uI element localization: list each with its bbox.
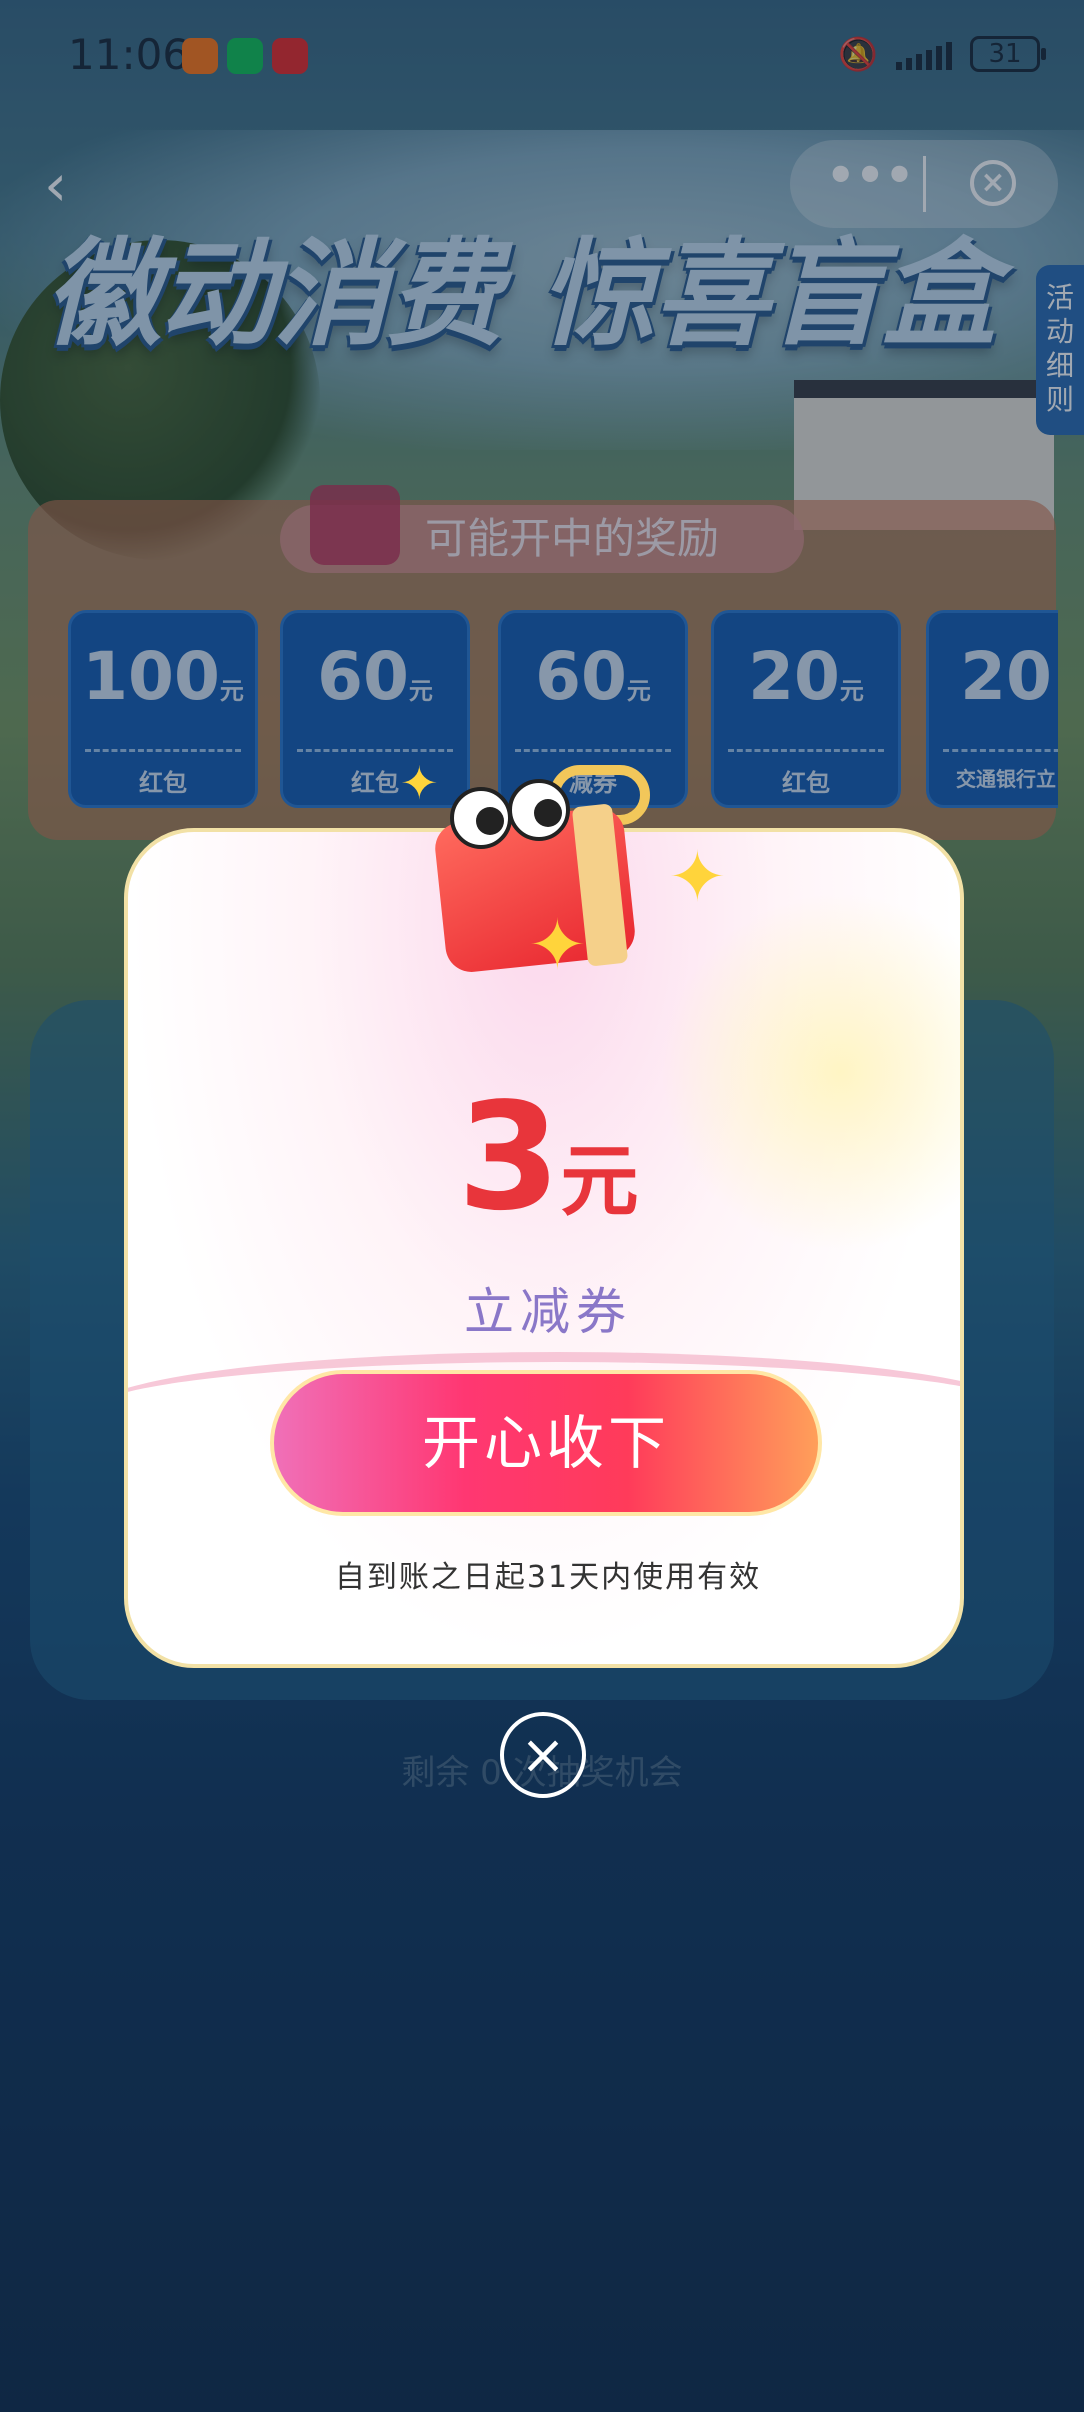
popup-close-icon[interactable]: × <box>500 1712 586 1798</box>
mascot-eye <box>450 787 512 849</box>
reward-unit: 元 <box>560 1137 639 1227</box>
accept-button[interactable]: 开心收下 <box>270 1370 822 1516</box>
sparkle-star-icon: ✦ <box>668 836 727 918</box>
mascot-pupil <box>534 799 562 827</box>
coupon-type: 立减券 <box>464 1283 632 1341</box>
mascot-eye <box>508 779 570 841</box>
sparkle-star-icon: ✦ <box>528 904 587 986</box>
validity-note: 自到账之日起31天内使用有效 <box>334 1560 762 1595</box>
mascot-pupil <box>476 807 504 835</box>
reward-amount-value: 3 <box>457 1071 561 1243</box>
reward-amount: 3元 <box>128 1071 960 1243</box>
sparkle-star-icon: ✦ <box>400 756 439 810</box>
